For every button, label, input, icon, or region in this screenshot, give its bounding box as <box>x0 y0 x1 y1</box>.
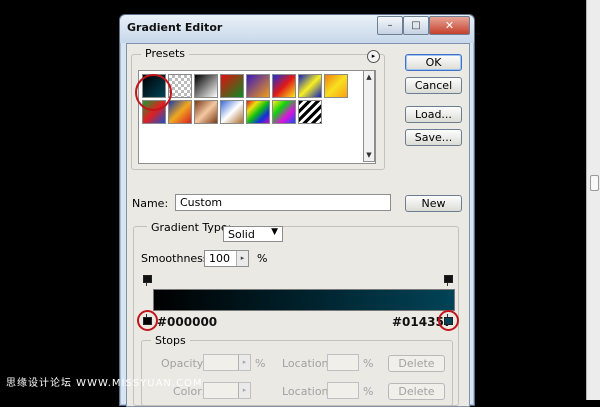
preset-swatch-orange-yellow[interactable] <box>324 74 348 98</box>
window-title: Gradient Editor <box>127 21 223 34</box>
name-label: Name: <box>132 197 169 210</box>
watermark-text: 思缘设计论坛 WWW.MISSYUAN.COM <box>6 378 203 389</box>
dialog-client-area: Presets ▸ ▲ ▼ OK Cancel Load... Save... … <box>126 43 470 407</box>
preset-swatch-blue-red-yellow[interactable] <box>272 74 296 98</box>
delete-opacity-stop-button[interactable]: Delete <box>388 355 445 372</box>
color-location-unit: % <box>363 385 374 398</box>
delete-color-stop-button[interactable]: Delete <box>388 383 445 400</box>
color-stop-left[interactable] <box>143 314 152 325</box>
presets-menu-button[interactable]: ▸ <box>367 50 380 63</box>
stops-legend: Stops <box>151 334 190 347</box>
smoothness-label: Smoothness: <box>141 252 213 265</box>
opacity-location-input[interactable] <box>327 354 359 371</box>
opacity-unit: % <box>255 357 266 370</box>
minimize-button[interactable]: – <box>377 16 403 35</box>
save-button[interactable]: Save... <box>405 129 462 146</box>
opacity-stop-left-icon <box>143 275 152 283</box>
highlight-circle-preset <box>135 74 172 111</box>
color-stop-right-icon <box>444 317 453 325</box>
close-icon: ✕ <box>444 19 455 32</box>
opacity-stop-right-icon <box>444 275 453 283</box>
opacity-stepper-icon[interactable]: ▸ <box>238 355 250 370</box>
close-button[interactable]: ✕ <box>429 16 470 35</box>
opacity-stop-right-pin <box>447 283 448 286</box>
color-swatch-input[interactable]: ▸ <box>203 382 251 399</box>
color-stop-right[interactable] <box>444 314 453 325</box>
opacity-input[interactable]: ▸ <box>203 354 251 371</box>
color-location-input[interactable] <box>327 382 359 399</box>
preset-swatch-violet-orange[interactable] <box>246 74 270 98</box>
name-input[interactable]: Custom <box>175 194 391 211</box>
maximize-icon: □ <box>411 20 421 31</box>
preset-swatch-stripes[interactable] <box>298 100 322 124</box>
smoothness-value: 100 <box>209 252 230 265</box>
preset-swatch-red-green[interactable] <box>220 74 244 98</box>
opacity-location-label: Location: <box>282 357 333 370</box>
smoothness-input[interactable]: 100 ▸ <box>204 250 249 267</box>
opacity-stop-right[interactable] <box>444 275 453 286</box>
dropdown-arrow-icon: ▼ <box>271 227 278 237</box>
gradient-type-value: Solid <box>228 228 255 241</box>
color-picker-arrow-icon[interactable]: ▸ <box>238 383 250 398</box>
gradient-editor-dialog: Gradient Editor – □ ✕ Presets ▸ ▲ ▼ OK C… <box>119 14 475 407</box>
opacity-stop-left-pin <box>146 283 147 286</box>
preset-swatch-spectrum[interactable] <box>246 100 270 124</box>
minimize-icon: – <box>387 20 393 31</box>
preset-swatch-blue-yellow-blue[interactable] <box>298 74 322 98</box>
maximize-button[interactable]: □ <box>403 16 429 35</box>
gradient-type-select[interactable]: Solid ▼ <box>223 226 283 242</box>
presets-list <box>138 70 376 164</box>
presets-scrollbar[interactable]: ▲ ▼ <box>363 70 375 162</box>
flyout-arrow-icon: ▸ <box>371 52 376 60</box>
opacity-location-unit: % <box>363 357 374 370</box>
color-stop-left-icon <box>143 317 152 325</box>
background-scrollbar[interactable] <box>586 0 600 400</box>
ok-button[interactable]: OK <box>405 54 462 71</box>
new-button[interactable]: New <box>405 195 462 212</box>
color-location-label: Location: <box>282 385 333 398</box>
preset-swatch-rainbow[interactable] <box>272 100 296 124</box>
scroll-up-icon[interactable]: ▲ <box>365 73 373 81</box>
left-stop-hex: #000000 <box>157 315 218 329</box>
preset-swatch-chrome[interactable] <box>220 100 244 124</box>
cancel-button[interactable]: Cancel <box>405 77 462 94</box>
preset-swatch-black-white[interactable] <box>194 74 218 98</box>
opacity-stop-left[interactable] <box>143 275 152 286</box>
background-scrollbar-thumb[interactable] <box>590 175 599 191</box>
presets-legend: Presets <box>141 47 190 60</box>
load-button[interactable]: Load... <box>405 106 462 123</box>
smoothness-unit: % <box>257 252 268 265</box>
gradient-preview-bar[interactable] <box>153 289 455 311</box>
title-bar[interactable]: Gradient Editor – □ ✕ <box>120 15 474 43</box>
smoothness-stepper-icon[interactable]: ▸ <box>236 251 248 266</box>
preset-swatch-copper[interactable] <box>194 100 218 124</box>
opacity-label: Opacity: <box>161 357 207 370</box>
preset-swatch-copper-gold[interactable] <box>168 100 192 124</box>
scroll-down-icon[interactable]: ▼ <box>365 151 373 159</box>
